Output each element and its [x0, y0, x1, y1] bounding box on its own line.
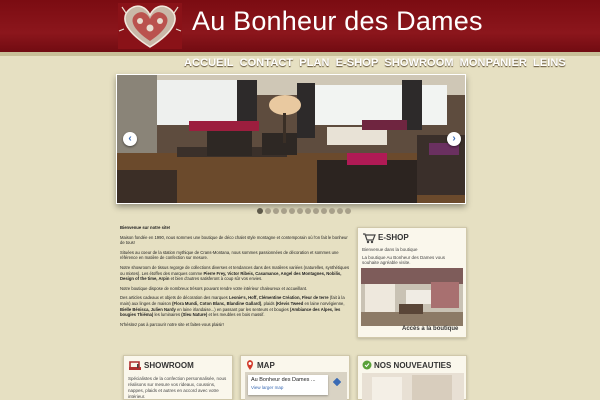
slider-prev-button[interactable]: ‹	[123, 132, 137, 146]
showroom-text: Spécialistes de la confection personnali…	[128, 376, 227, 399]
nav-e-shop[interactable]: E-SHOP	[336, 57, 379, 73]
new-badge-icon	[362, 360, 372, 370]
showroom-panel: SHOWROOM Spécialistes de la confection p…	[123, 355, 233, 400]
p5-text-mid-5: les luminaires	[153, 312, 182, 318]
eshop-showroom-photo[interactable]	[361, 268, 463, 326]
intro-paragraph-2: Situées au coeur de la station mythique …	[120, 249, 339, 261]
nav-showroom[interactable]: SHOWROOM	[384, 57, 453, 73]
intro-paragraph-5: Des articles cadeaux et objets de décora…	[120, 295, 350, 317]
image-slider: ‹ ›	[116, 74, 466, 204]
showroom-title[interactable]: SHOWROOM	[144, 361, 194, 370]
p5-text-mid-2: , plaids	[261, 300, 276, 306]
slider-dot[interactable]	[289, 208, 295, 214]
intro-paragraph-3: Notre showroom de tissus regorge de coll…	[120, 265, 350, 282]
p5-text-end: et les meubles en bois massif.	[207, 312, 265, 318]
intro-text: Bienvenue sur notre site! Maison fondée …	[120, 225, 350, 331]
sewing-machine-icon	[129, 361, 141, 370]
slider-dot[interactable]	[273, 208, 279, 214]
map-larger-link[interactable]: View larger map	[251, 385, 283, 390]
embedded-map[interactable]: Au Bonheur des Dames ... View larger map	[245, 372, 347, 400]
slider-next-button[interactable]: ›	[447, 132, 461, 146]
map-title[interactable]: MAP	[257, 361, 275, 370]
p5-brands-4: Bielle Bénisca, Julien Nardy	[120, 306, 176, 312]
map-info-card: Au Bonheur des Dames ... View larger map	[248, 375, 328, 395]
p5-text-mid-4: en laine irlandaise...) en passant par l…	[175, 306, 290, 312]
nav-plan[interactable]: PLAN	[299, 57, 329, 73]
p3-text-end: et bien d'autres satisferont à coup sûr …	[169, 276, 263, 282]
eshop-line-1: Bienvenue dans la boutique	[362, 247, 418, 252]
eshop-title[interactable]: E-SHOP	[378, 233, 409, 242]
p5-text: Des articles cadeaux et objets de décora…	[120, 295, 229, 301]
slider-dot[interactable]	[305, 208, 311, 214]
news-panel: NOS NOUVEAUTIES	[357, 355, 467, 400]
intro-paragraph-1: Maison fondée en 1990, nous sommes une b…	[120, 234, 348, 246]
news-title[interactable]: NOS NOUVEAUTIES	[374, 361, 451, 370]
shopping-cart-icon	[363, 233, 376, 244]
slider-dots	[257, 208, 351, 214]
p5-brands: Leonie's, Hoff, Clémentine Création, Fle…	[228, 295, 329, 301]
intro-paragraph-6: N'hésitez pas à parcourir notre site et …	[120, 321, 224, 327]
slider-dot[interactable]	[345, 208, 351, 214]
map-place-name: Au Bonheur des Dames ...	[251, 377, 316, 383]
slider-dot[interactable]	[337, 208, 343, 214]
header-divider	[0, 52, 600, 56]
slider-dot[interactable]	[265, 208, 271, 214]
p5-brands-2: (Flora Mundi, Coton Blanc, Blandine Gall…	[172, 300, 262, 306]
intro-paragraph-4: Notre boutique dispose de nombreux tréso…	[120, 285, 308, 291]
p5-brands-3: (Klevis Tweed	[275, 300, 304, 306]
map-pin-icon	[247, 360, 253, 370]
p5-brands-6: (Sleu Nature)	[181, 312, 208, 318]
slider-dot[interactable]	[281, 208, 287, 214]
news-photo[interactable]	[362, 373, 464, 400]
directions-icon[interactable]	[333, 378, 341, 386]
map-panel: MAP Au Bonheur des Dames ... View larger…	[240, 355, 350, 400]
eshop-line-3: souhaite agréable visite.	[362, 260, 411, 265]
eshop-access-link[interactable]: Accès a la boutique	[402, 326, 458, 332]
intro-greeting: Bienvenue sur notre site!	[120, 225, 171, 230]
slider-dot[interactable]	[329, 208, 335, 214]
main-nav: ACCUEIL CONTACT PLAN E-SHOP SHOWROOM MON…	[184, 57, 566, 73]
slider-dot[interactable]	[297, 208, 303, 214]
logo-heart-emblem[interactable]	[118, 3, 182, 49]
slider-dot[interactable]	[257, 208, 263, 214]
nav-leins[interactable]: LEINS	[533, 57, 566, 73]
nav-monpanier[interactable]: MONPANIER	[460, 57, 527, 73]
nav-contact[interactable]: CONTACT	[240, 57, 294, 73]
p5-text-mid-3: en laine norvégienne,	[303, 300, 345, 306]
eshop-panel: E-SHOP Bienvenue dans la boutique La bou…	[357, 227, 467, 338]
slider-dot[interactable]	[321, 208, 327, 214]
slide-image-living-room	[117, 75, 465, 203]
site-title[interactable]: Au Bonheur des Dames	[192, 6, 483, 37]
nav-accueil[interactable]: ACCUEIL	[184, 57, 234, 73]
slider-dot[interactable]	[313, 208, 319, 214]
